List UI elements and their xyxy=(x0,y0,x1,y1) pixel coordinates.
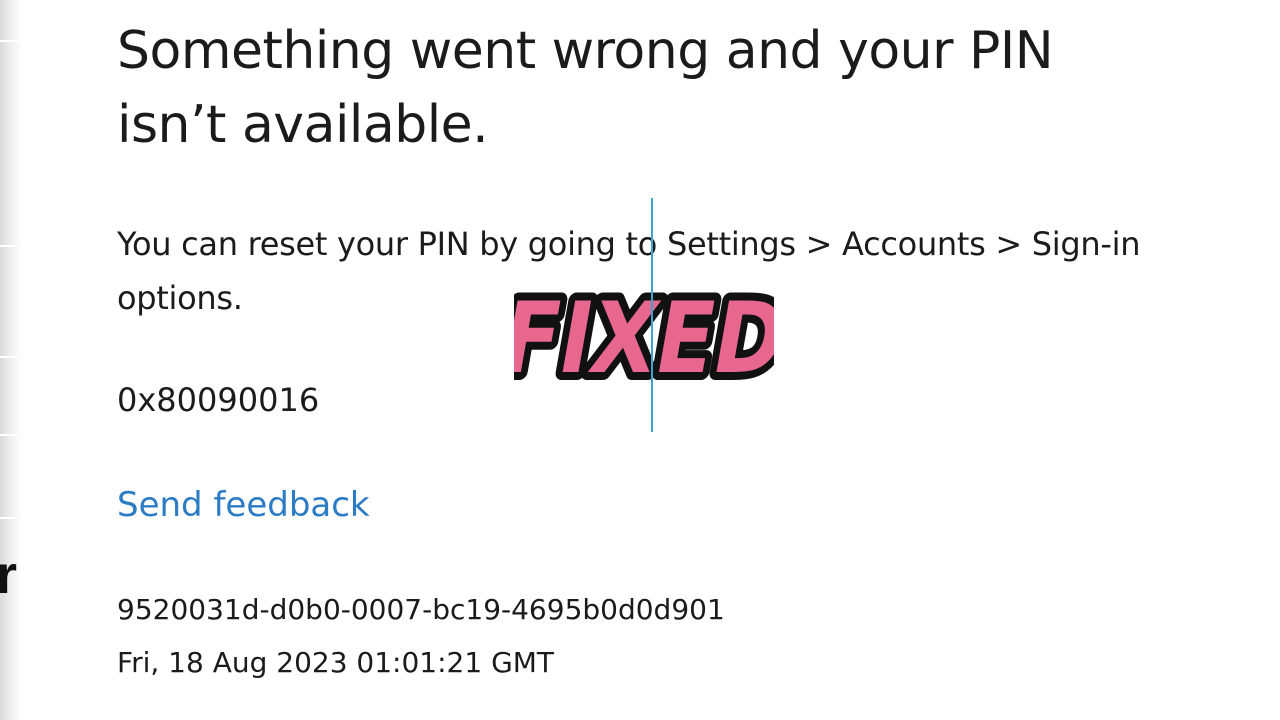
background-text-fragment: r xyxy=(0,545,18,605)
fixed-badge-label: FIXED xyxy=(514,281,774,396)
error-timestamp: Fri, 18 Aug 2023 01:01:21 GMT xyxy=(117,646,555,679)
background-window-edge xyxy=(0,0,22,720)
error-code: 0x80090016 xyxy=(117,381,320,419)
screenshot-stage: r Something went wrong and your PIN isn’… xyxy=(0,0,1280,720)
text-cursor-line xyxy=(651,198,653,432)
correlation-id: 9520031d-d0b0-0007-bc19-4695b0d0d901 xyxy=(117,593,725,626)
fixed-badge: FIXED FIXED xyxy=(514,278,774,396)
fixed-badge-graphic: FIXED FIXED xyxy=(514,278,774,396)
send-feedback-link[interactable]: Send feedback xyxy=(117,482,370,528)
error-heading: Something went wrong and your PIN isn’t … xyxy=(117,21,1054,155)
